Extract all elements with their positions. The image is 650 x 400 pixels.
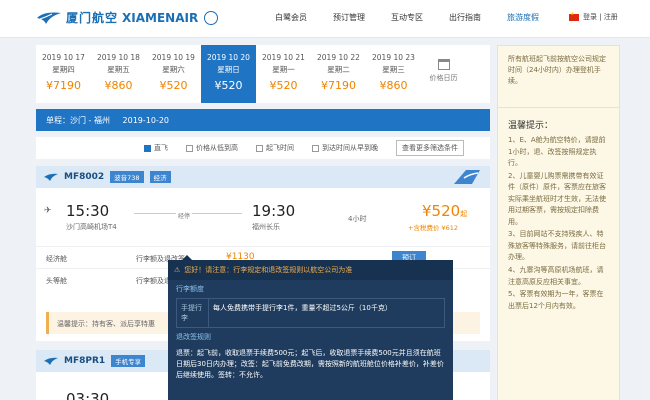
- nav-item-travel-guide[interactable]: 出行指南: [442, 12, 488, 23]
- lowest-price: ¥520起: [422, 202, 468, 220]
- baggage-row: 手提行李 每人免费携带手提行李1件，重量不超过5公斤（10千克）: [176, 298, 445, 328]
- flight-card-header: MF8002 波音738 经济: [36, 166, 490, 188]
- filter-departure[interactable]: 起飞时间: [256, 143, 294, 153]
- nav-item-booking[interactable]: 预订管理: [326, 12, 372, 23]
- nav-item-member[interactable]: 白鹭会员: [268, 12, 314, 23]
- filter-price[interactable]: 价格从低到高: [186, 143, 238, 153]
- tooltip-arrow: [182, 255, 192, 260]
- checkbox-icon: [256, 144, 263, 152]
- logo[interactable]: 厦门航空 XIAMENAIR: [36, 9, 219, 26]
- aircraft-badge: 波音738: [110, 171, 144, 183]
- egret-logo-icon: [37, 12, 61, 24]
- logo-english: XIAMENAIR: [122, 10, 199, 25]
- plane-tail-icon: [454, 170, 480, 184]
- checkbox-icon: [312, 144, 319, 152]
- fare-cabin: 头等舱: [46, 277, 67, 285]
- site-header: 厦门航空 XIAMENAIR 白鹭会员 预订管理 互动专区 出行指南 旅游度假 …: [0, 0, 650, 38]
- fare-rules-tooltip: ⚠ 您好！请注意：行李规定和退改签规则以航空公司为准 行李额度 手提行李 每人免…: [168, 255, 453, 400]
- refund-section-title: 退改签规则: [176, 333, 211, 341]
- warning-icon: ⚠: [174, 266, 181, 274]
- more-filters-button[interactable]: 查看更多筛选条件: [396, 140, 464, 156]
- stop-label: 经停: [176, 211, 193, 220]
- date-selector: 2019 10 17 星期四 ¥7190 2019 10 18 星期五 ¥860 201…: [36, 45, 490, 103]
- header-tools: 登录 | 注册: [569, 11, 618, 22]
- price-with-tax: +含税费价 ¥612: [408, 224, 459, 232]
- nav-item-interactive[interactable]: 互动专区: [384, 12, 430, 23]
- baggage-section-title: 行李额度: [176, 285, 204, 293]
- nav-item-vacation[interactable]: 旅游度假: [500, 12, 546, 23]
- baggage-value: 每人免费携带手提行李1件，重量不超过5公斤（10千克）: [213, 304, 392, 312]
- tip-item: 3、目前网站不支持残疾人、特殊旅客等特殊服务，请前往柜台办理。: [508, 230, 606, 262]
- date-option[interactable]: 2019 10 23 星期三 ¥860: [366, 45, 421, 103]
- departure-airport: 沙门高崎机场T4: [66, 223, 117, 231]
- ring-icon: [204, 10, 219, 25]
- fare-cabin: 经济舱: [46, 255, 67, 263]
- flight-tag: 手机专享: [111, 355, 146, 367]
- egret-icon: [44, 173, 58, 181]
- main-nav: 白鹭会员 预订管理 互动专区 出行指南 旅游度假: [268, 12, 546, 23]
- cabin-badge: 经济: [149, 171, 171, 183]
- baggage-key: 手提行李: [177, 299, 209, 327]
- tips-list: 1、E、A舱为航空特价，请提前1小时，退、改签按照规定执行。 2、儿童婴儿购票需…: [498, 135, 619, 312]
- date-option[interactable]: 2019 10 21 星期一 ¥520: [256, 45, 311, 103]
- date-option[interactable]: 2019 10 19 星期六 ¥520: [146, 45, 201, 103]
- egret-icon: [44, 357, 58, 365]
- tip-item: 4、九寨沟等高原机场航班，请注意高原反应相关事宜。: [508, 266, 604, 286]
- flight-number: MF8PR1: [64, 356, 106, 366]
- china-flag-icon[interactable]: [569, 11, 579, 21]
- tips-title: 温馨提示：: [508, 121, 554, 131]
- tip-item: 1、E、A舱为航空特价，请提前1小时，退、改签按照规定执行。: [508, 136, 606, 168]
- checkin-notice: 所有航班起飞前按航空公司规定时间（24小时内）办理登机手续。: [498, 46, 619, 108]
- price-calendar-button[interactable]: 价格日历: [421, 45, 466, 103]
- arrival-airport: 福州长乐: [252, 223, 280, 231]
- calendar-icon: [437, 59, 450, 70]
- filter-direct[interactable]: 直飞: [144, 143, 168, 153]
- date-option[interactable]: 2019 10 22 星期二 ¥7190: [311, 45, 366, 103]
- date-option[interactable]: 2019 10 17 星期四 ¥7190: [36, 45, 91, 103]
- checkbox-icon: [144, 144, 151, 152]
- filter-bar: 直飞 价格从低到高 起飞时间 到达时间从早到晚 查看更多筛选条件: [36, 137, 490, 159]
- refund-rules-text: 退票：起飞前，收取退票手续费500元；起飞后，收取退票手续费500元并且须在航班…: [176, 349, 444, 379]
- tooltip-header: ⚠ 您好！请注意：行李规定和退改签规则以航空公司为准: [168, 260, 453, 280]
- flight-number: MF8002: [64, 172, 105, 182]
- departure-time: 15:30: [66, 202, 110, 220]
- departure-time: 03:30: [66, 390, 110, 400]
- flight-duration: 4小时: [348, 215, 367, 223]
- logo-chinese: 厦门航空: [66, 11, 119, 25]
- flight-times: ✈ 15:30 沙门高崎机场T4 经停 19:30 福州长乐 4小时 ¥520起…: [36, 200, 490, 240]
- route-summary: 单程：沙门 - 福州 2019-10-20: [36, 109, 490, 131]
- tip-item: 5、客票有效期为一年，客票在出票后12个月内有效。: [508, 290, 604, 310]
- plane-icon: ✈: [44, 206, 52, 216]
- tips-panel: 所有航班起飞前按航空公司规定时间（24小时内）办理登机手续。 温馨提示： 1、E…: [497, 45, 620, 400]
- filter-arrival[interactable]: 到达时间从早到晚: [312, 143, 378, 153]
- arrival-time: 19:30: [252, 202, 296, 220]
- date-option[interactable]: 2019 10 18 星期五 ¥860: [91, 45, 146, 103]
- route-date: 2019-10-20: [122, 116, 170, 125]
- checkbox-icon: [186, 144, 193, 152]
- tip-item: 2、儿童婴儿购票需携带有效证件（原件）原件，客票应在旅客实际乘坐航班时才生效，无…: [508, 171, 606, 226]
- login-register-link[interactable]: 登录 | 注册: [583, 12, 618, 22]
- date-option-selected[interactable]: 2019 10 20 星期日 ¥520: [201, 45, 256, 103]
- route-text: 单程：沙门 - 福州: [46, 116, 110, 125]
